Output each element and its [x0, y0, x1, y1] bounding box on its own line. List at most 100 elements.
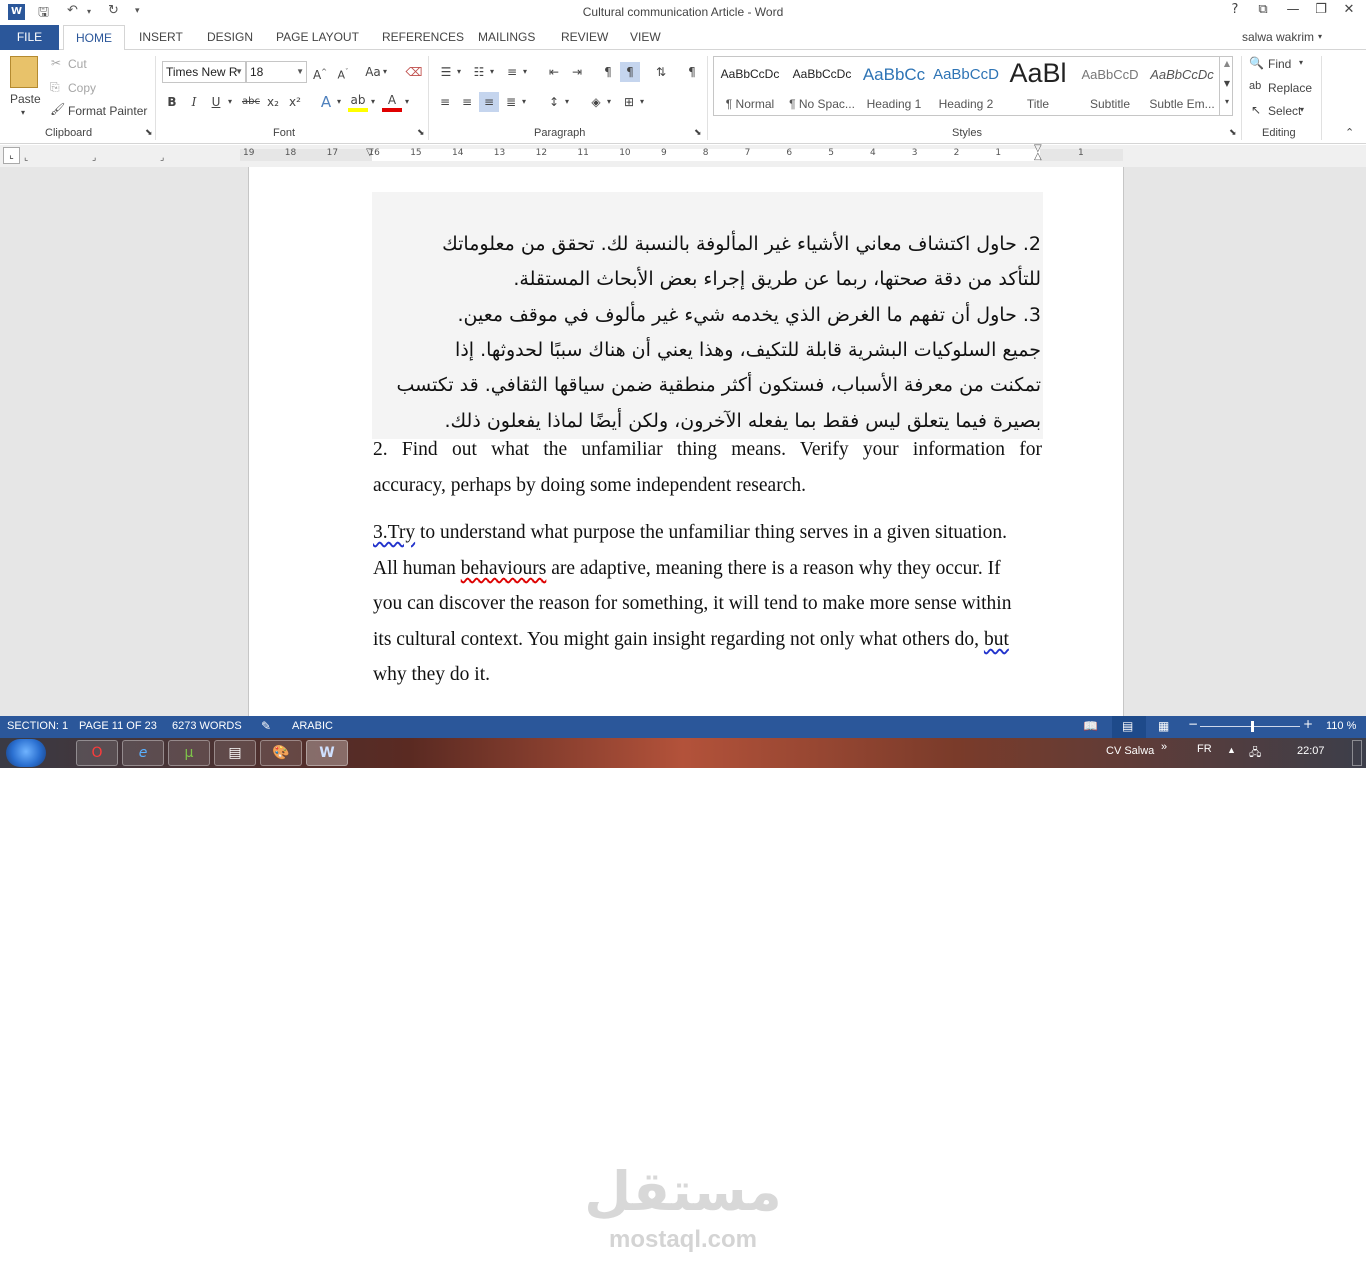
tab-home[interactable]: HOME — [63, 25, 125, 51]
user-dropdown-icon[interactable]: ▾ — [1318, 32, 1322, 41]
user-name[interactable]: salwa wakrim — [1242, 30, 1314, 44]
strikethrough-button[interactable]: abc — [240, 92, 262, 112]
copy-button[interactable]: Copy — [68, 81, 96, 95]
style-no-spacing[interactable]: AaBbCcDc ¶ No Spac... — [786, 59, 858, 115]
zoom-level[interactable]: 110 % — [1326, 720, 1356, 732]
paint-icon[interactable]: 🎨 — [260, 740, 302, 766]
grow-font-icon[interactable]: A^ — [310, 62, 330, 82]
close-button[interactable]: ✕ — [1336, 2, 1362, 17]
word-icon[interactable]: W — [306, 740, 348, 766]
font-color-dropdown-icon[interactable]: ▾ — [402, 92, 412, 112]
print-layout-icon[interactable]: ▤ — [1122, 719, 1133, 733]
style-title[interactable]: AaBl Title — [1002, 58, 1074, 115]
english-line[interactable]: 3.Try to understand what purpose the unf… — [373, 522, 1042, 544]
highlight-icon[interactable]: ab — [348, 92, 368, 112]
font-name-box[interactable]: Times New R ▼ — [162, 61, 246, 83]
arabic-line[interactable]: 3. حاول أن تفهم ما الغرض الذي يخدمه شيء … — [372, 304, 1041, 326]
bold-button[interactable]: B — [162, 92, 182, 112]
tab-insert[interactable]: INSERT — [139, 30, 183, 44]
justify-dropdown-icon[interactable]: ▾ — [519, 92, 529, 112]
decrease-indent-icon[interactable]: ⇤ — [544, 62, 564, 82]
document-area[interactable]: 2. حاول اكتشاف معاني الأشياء غير المألوف… — [0, 167, 1366, 716]
justify-icon[interactable]: ≣ — [501, 92, 521, 112]
paste-icon[interactable] — [10, 56, 38, 88]
clock[interactable]: 22:07 — [1297, 745, 1325, 757]
tab-stop-marker[interactable]: ⌟ — [92, 153, 96, 163]
document-page[interactable]: 2. حاول اكتشاف معاني الأشياء غير المألوف… — [248, 167, 1124, 716]
zoom-slider[interactable] — [1200, 726, 1300, 727]
english-line[interactable]: accuracy, perhaps by doing some independ… — [373, 475, 1042, 497]
tab-stop-selector[interactable]: ⌞ — [3, 147, 20, 164]
find-button[interactable]: Find — [1268, 57, 1291, 71]
highlight-dropdown-icon[interactable]: ▾ — [368, 92, 378, 112]
tab-stop-marker[interactable]: ⌟ — [160, 153, 164, 163]
styles-launcher-icon[interactable]: ⬊ — [1229, 127, 1237, 138]
arabic-line[interactable]: بصيرة فيما يتعلق ليس فقط بما يفعله الآخر… — [372, 410, 1042, 432]
style-subtle-emphasis[interactable]: AaBbCcDc Subtle Em... — [1146, 59, 1218, 115]
opera-icon[interactable]: O — [76, 740, 118, 766]
utorrent-icon[interactable]: µ — [168, 740, 210, 766]
proofing-icon[interactable]: ✎ — [261, 719, 271, 733]
maximize-button[interactable]: ❐ — [1308, 2, 1334, 17]
clipboard-launcher-icon[interactable]: ⬊ — [145, 127, 153, 138]
indent-marker-left[interactable]: ▽ — [366, 147, 374, 158]
gallery-scroll[interactable]: ▲ ▼ ▾ — [1219, 57, 1233, 115]
scroll-down-icon[interactable]: ▼ — [1220, 79, 1234, 88]
ie-icon[interactable]: e — [122, 740, 164, 766]
underline-button[interactable]: U — [206, 92, 226, 112]
paste-button[interactable]: Paste — [10, 92, 41, 106]
network-icon[interactable]: 🖧 — [1249, 744, 1261, 763]
word-count[interactable]: 6273 WORDS — [172, 720, 242, 732]
start-button[interactable] — [6, 739, 46, 767]
help-button[interactable]: ? — [1222, 2, 1248, 17]
tab-file[interactable]: FILE — [0, 25, 59, 50]
format-painter-button[interactable]: Format Painter — [68, 104, 147, 118]
shrink-font-icon[interactable]: Aˇ — [333, 62, 353, 82]
style-heading-2[interactable]: AaBbCcD Heading 2 — [930, 59, 1002, 115]
multilevel-list-icon[interactable]: ≡ — [502, 62, 522, 82]
ribbon-display-button[interactable]: ⧉ — [1250, 2, 1276, 17]
tab-stop-marker[interactable]: ⌞ — [24, 153, 28, 163]
english-line[interactable]: All human behaviours are adaptive, meani… — [373, 558, 1042, 580]
paragraph-launcher-icon[interactable]: ⬊ — [694, 127, 702, 138]
english-line[interactable]: its cultural context. You might gain ins… — [373, 629, 1042, 651]
underline-dropdown-icon[interactable]: ▾ — [225, 92, 235, 112]
page-indicator[interactable]: PAGE 11 OF 23 — [79, 720, 157, 732]
text-effects-icon[interactable]: A — [316, 92, 336, 112]
arabic-line[interactable]: 2. حاول اكتشاف معاني الأشياء غير المألوف… — [372, 233, 1041, 255]
tab-design[interactable]: DESIGN — [207, 30, 253, 44]
section-indicator[interactable]: SECTION: 1 — [7, 720, 68, 732]
font-size-box[interactable]: 18 ▼ — [246, 61, 307, 83]
cut-button[interactable]: Cut — [68, 57, 87, 71]
align-right-icon[interactable]: ≡ — [479, 92, 499, 112]
paste-dropdown-icon[interactable]: ▾ — [21, 108, 25, 117]
find-dropdown-icon[interactable]: ▾ — [1299, 58, 1303, 67]
tray-expand-icon[interactable]: » — [1161, 741, 1167, 753]
borders-icon[interactable]: ⊞ — [619, 92, 639, 112]
tray-user[interactable]: CV Salwa — [1106, 745, 1154, 757]
bullets-dropdown-icon[interactable]: ▾ — [454, 62, 464, 82]
language-indicator[interactable]: ARABIC — [292, 720, 333, 732]
grammar-flag[interactable]: 3.Try — [373, 522, 415, 543]
align-center-icon[interactable]: ≡ — [457, 92, 477, 112]
select-button[interactable]: Select — [1268, 104, 1301, 118]
collapse-ribbon-icon[interactable]: ⌃ — [1345, 126, 1354, 139]
tab-review[interactable]: REVIEW — [561, 30, 608, 44]
horizontal-ruler[interactable]: ⌞ ⌞ ⌟ ⌟ 19 18 17 16 15 14 13 12 11 10 9 8 7 6 5 4 3 2 1 1 ▽… — [0, 144, 1366, 167]
grammar-flag[interactable]: but — [984, 629, 1009, 650]
gallery-more-icon[interactable]: ▾ — [1220, 97, 1234, 106]
zoom-in-icon[interactable]: + — [1303, 717, 1313, 731]
indent-marker-right[interactable]: ▽ △ — [1034, 144, 1042, 162]
replace-button[interactable]: Replace — [1268, 81, 1312, 95]
style-normal[interactable]: AaBbCcDc ¶ Normal — [714, 59, 786, 115]
read-mode-icon[interactable]: 📖 — [1083, 719, 1098, 733]
tab-references[interactable]: REFERENCES — [382, 30, 464, 44]
bullets-icon[interactable]: ☰ — [436, 62, 456, 82]
style-subtitle[interactable]: AaBbCcD Subtitle — [1074, 59, 1146, 115]
web-layout-icon[interactable]: ▦ — [1158, 719, 1169, 733]
english-line[interactable]: why they do it. — [373, 664, 1042, 686]
clear-formatting-icon[interactable]: ⌫ — [404, 62, 424, 82]
text-effects-dropdown-icon[interactable]: ▾ — [334, 92, 344, 112]
english-line[interactable]: you can discover the reason for somethin… — [373, 593, 1042, 615]
numbering-icon[interactable]: ☷ — [469, 62, 489, 82]
